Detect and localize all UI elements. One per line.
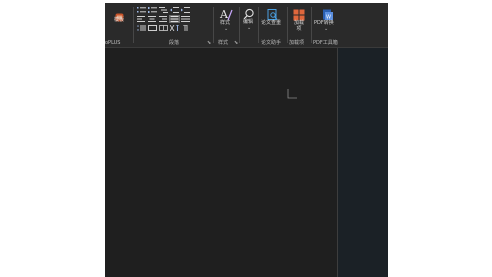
line-spacing-icon[interactable] — [137, 24, 146, 31]
styles-launcher-icon[interactable]: ⬊ — [234, 40, 238, 46]
word-app-window: 模板 oPLUS 段落 ⬊ A 样式 ⌄ 样式 ⬊ 编辑 ⌄ 论文查重 论文助手… — [105, 3, 388, 277]
ribbon: 模板 oPLUS 段落 ⬊ A 样式 ⌄ 样式 ⬊ 编辑 ⌄ 论文查重 论文助手… — [105, 3, 388, 48]
plus-group-label: oPLUS — [105, 40, 121, 46]
group-separator — [133, 7, 134, 43]
increase-indent-icon[interactable] — [181, 6, 190, 13]
paragraph-row-1 — [137, 6, 190, 13]
paragraph-group-label: 段落 — [169, 40, 180, 46]
sort-icon[interactable] — [170, 24, 179, 31]
decrease-indent-icon[interactable] — [170, 6, 179, 13]
styles-group: A 样式 ⌄ 样式 ⬊ — [215, 3, 239, 47]
editing-group: 编辑 ⌄ — [240, 3, 260, 47]
group-separator — [213, 7, 214, 43]
document-canvas[interactable] — [105, 48, 388, 277]
pdf-convert-icon[interactable]: W — [322, 6, 334, 21]
paragraph-group: 段落 ⬊ — [135, 3, 213, 47]
template-button-label[interactable]: 模板 — [114, 17, 124, 23]
addins-group: 加载项 加载项 — [288, 3, 312, 47]
styles-group-label: 样式 — [218, 40, 229, 46]
magnifier-icon[interactable] — [243, 5, 255, 20]
pdf-toolbox-group-label: PDF工具箱 — [313, 40, 338, 46]
pdf-dropdown-icon[interactable]: ⌄ — [324, 26, 328, 32]
align-center-icon[interactable] — [148, 15, 157, 22]
addins-icon[interactable] — [293, 6, 305, 21]
multilevel-list-icon[interactable] — [159, 6, 168, 13]
pdf-toolbox-group: W PDF转换 ⌄ PDF工具箱 — [312, 3, 342, 47]
bullet-list-icon[interactable] — [137, 6, 146, 13]
paragraph-row-3 — [137, 24, 190, 31]
paragraph-launcher-icon[interactable]: ⬊ — [207, 40, 211, 46]
distributed-icon[interactable] — [181, 15, 190, 22]
workspace-background — [338, 48, 388, 277]
numbered-list-icon[interactable] — [148, 6, 157, 13]
addins-group-label: 加载项 — [289, 40, 305, 46]
paragraph-row-2 — [137, 14, 190, 23]
justify-icon[interactable] — [169, 14, 180, 23]
paper-assistant-group: 论文查重 论文助手 — [259, 3, 287, 47]
align-right-icon[interactable] — [159, 15, 168, 22]
paper-assistant-group-label: 论文助手 — [261, 40, 282, 46]
styles-icon[interactable]: A — [219, 6, 233, 21]
shading-icon[interactable] — [148, 24, 157, 31]
align-left-icon[interactable] — [137, 15, 146, 22]
addins-button-label[interactable]: 加载项 — [294, 20, 304, 32]
editing-dropdown-icon[interactable]: ⌄ — [247, 25, 251, 31]
template-icon[interactable] — [115, 7, 124, 22]
styles-dropdown-icon[interactable]: ⌄ — [224, 26, 228, 32]
template-group: 模板 oPLUS — [105, 3, 135, 47]
paper-check-icon[interactable] — [267, 6, 279, 20]
show-marks-icon[interactable] — [181, 24, 190, 31]
margin-corner-mark — [287, 84, 297, 99]
paper-check-button-label[interactable]: 论文查重 — [261, 20, 281, 26]
borders-icon[interactable] — [159, 24, 168, 31]
